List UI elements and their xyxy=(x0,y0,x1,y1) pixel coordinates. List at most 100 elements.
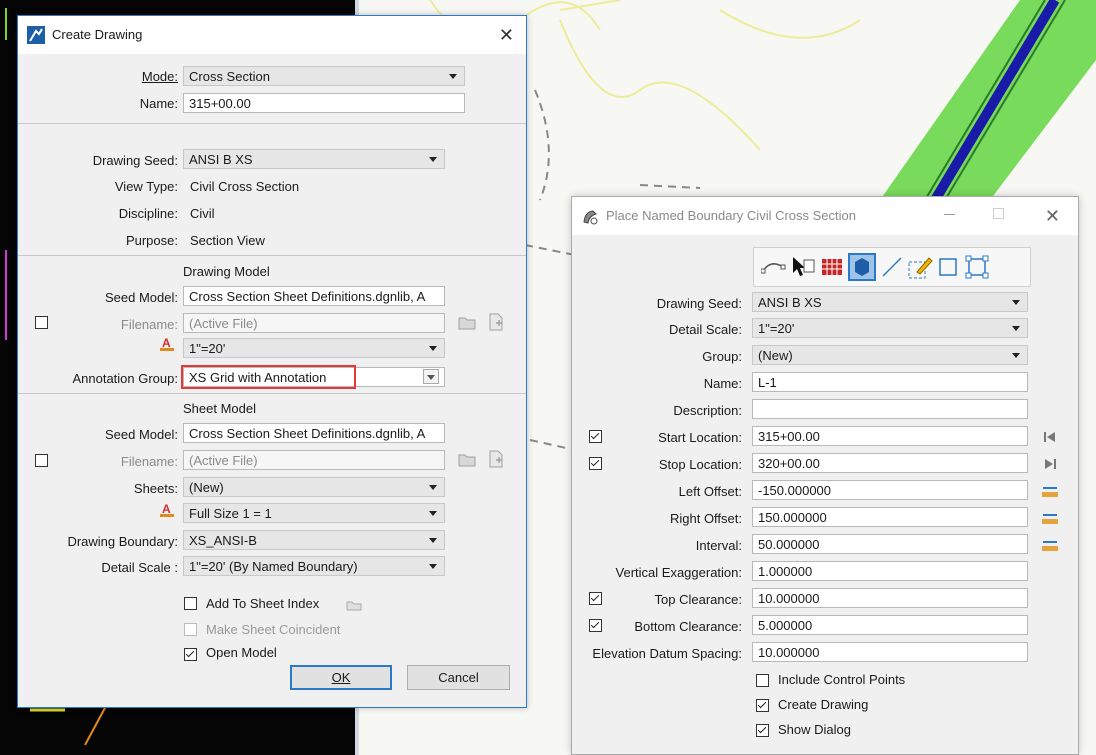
close-icon[interactable]: ✕ xyxy=(499,26,514,44)
maximize-icon[interactable] xyxy=(993,208,1004,219)
open-model-checkbox[interactable] xyxy=(184,648,197,661)
add-to-sheet-index-label: Add To Sheet Index xyxy=(206,596,320,611)
chevron-down-icon xyxy=(429,511,437,516)
create-drawing-app-icon xyxy=(27,26,45,44)
interval-input[interactable]: 50.000000 xyxy=(752,534,1028,554)
sheets-select[interactable]: (New) xyxy=(183,477,445,497)
sm-seed-model-input[interactable]: Cross Section Sheet Definitions.dgnlib, … xyxy=(183,423,445,443)
edit-boundary-icon[interactable] xyxy=(907,254,933,280)
annotation-group-highlight xyxy=(181,365,356,389)
select-element-icon[interactable] xyxy=(790,254,816,280)
sm-seed-model-label: Seed Model: xyxy=(105,427,178,442)
discipline-value: Civil xyxy=(190,206,215,221)
svg-text:A: A xyxy=(162,336,171,350)
top-clearance-checkbox[interactable] xyxy=(589,592,602,605)
vertical-exaggeration-input[interactable]: 1.000000 xyxy=(752,561,1028,581)
description-label: Description: xyxy=(673,403,742,418)
cross-section-boundary-icon[interactable] xyxy=(848,253,876,281)
divider xyxy=(18,123,526,124)
detail-scale-select[interactable]: 1"=20' (By Named Boundary) xyxy=(183,556,445,576)
drawing-seed-label: Drawing Seed: xyxy=(656,296,742,311)
group-label: Group: xyxy=(702,349,742,364)
folder-icon[interactable] xyxy=(458,452,476,467)
stop-location-input[interactable]: 320+00.00 xyxy=(752,453,1028,473)
elevation-datum-spacing-input[interactable]: 10.000000 xyxy=(752,642,1028,662)
dm-annotation-scale-select[interactable]: 1"=20' xyxy=(183,338,445,358)
title-bar: Place Named Boundary Civil Cross Section… xyxy=(572,197,1078,235)
name-label: Name: xyxy=(703,376,742,391)
left-offset-input[interactable]: -150.000000 xyxy=(752,480,1028,500)
group-select[interactable]: (New) xyxy=(752,345,1028,365)
dm-seed-model-input[interactable]: Cross Section Sheet Definitions.dgnlib, … xyxy=(183,286,445,306)
folder-icon[interactable] xyxy=(458,315,476,330)
top-clearance-input[interactable]: 10.000000 xyxy=(752,588,1028,608)
chevron-down-icon xyxy=(429,485,437,490)
add-to-sheet-index-checkbox[interactable] xyxy=(184,597,197,610)
title-bar: Create Drawing ✕ xyxy=(18,16,526,54)
mode-label: Mode: xyxy=(141,69,178,84)
dm-seed-model-label: Seed Model: xyxy=(105,290,178,305)
dm-annotation-scale-value: 1"=20' xyxy=(189,341,226,356)
bottom-clearance-checkbox[interactable] xyxy=(589,619,602,632)
sm-annotation-scale-select[interactable]: Full Size 1 = 1 xyxy=(183,503,445,523)
dm-filename-input[interactable]: (Active File) xyxy=(183,313,445,333)
chevron-down-icon xyxy=(429,564,437,569)
divider xyxy=(18,393,526,394)
include-control-points-checkbox[interactable] xyxy=(756,674,769,687)
start-location-input[interactable]: 315+00.00 xyxy=(752,426,1028,446)
detail-scale-value: 1"=20' (By Named Boundary) xyxy=(189,559,358,574)
sm-filename-checkbox[interactable] xyxy=(35,454,48,467)
show-dialog-checkbox[interactable] xyxy=(756,724,769,737)
skip-to-start-icon[interactable] xyxy=(1043,431,1057,443)
dialog-title: Place Named Boundary Civil Cross Section xyxy=(606,208,856,223)
name-input[interactable]: 315+00.00 xyxy=(183,93,465,113)
close-icon[interactable]: ✕ xyxy=(1045,207,1060,225)
annotation-group-dropdown-button[interactable] xyxy=(423,369,439,384)
detail-scale-label: Detail Scale : xyxy=(101,560,178,575)
purpose-value: Section View xyxy=(190,233,265,248)
chevron-down-icon xyxy=(449,74,457,79)
minimize-icon[interactable] xyxy=(944,214,955,215)
right-offset-input[interactable]: 150.000000 xyxy=(752,507,1028,527)
new-file-icon[interactable] xyxy=(488,450,504,468)
create-drawing-label: Create Drawing xyxy=(778,697,869,712)
drawing-seed-select[interactable]: ANSI B XS xyxy=(183,149,445,169)
cancel-button[interactable]: Cancel xyxy=(407,665,510,690)
measure-distance-icon[interactable] xyxy=(1041,537,1059,553)
interval-label: Interval: xyxy=(695,538,742,553)
name-label: Name: xyxy=(139,96,178,111)
make-sheet-coincident-checkbox[interactable] xyxy=(184,623,197,636)
name-input[interactable]: L-1 xyxy=(752,372,1028,392)
top-clearance-label: Top Clearance: xyxy=(654,592,742,607)
ok-button[interactable]: OK xyxy=(290,665,392,690)
drawing-seed-select[interactable]: ANSI B XS xyxy=(752,292,1028,312)
measure-distance-icon[interactable] xyxy=(1041,483,1059,499)
stop-location-label: Stop Location: xyxy=(658,457,742,472)
annotation-scale-icon: A xyxy=(160,502,174,517)
drawing-seed-select-value: ANSI B XS xyxy=(189,152,253,167)
detail-scale-select[interactable]: 1"=20' xyxy=(752,318,1028,338)
new-file-icon[interactable] xyxy=(488,313,504,331)
stop-location-checkbox[interactable] xyxy=(589,457,602,470)
grid-boundary-icon[interactable] xyxy=(821,256,843,278)
vertical-exaggeration-label: Vertical Exaggeration: xyxy=(615,565,742,580)
chevron-down-icon xyxy=(1012,326,1020,331)
rectangle-boundary-icon[interactable] xyxy=(937,256,959,278)
chevron-down-icon xyxy=(1012,300,1020,305)
skip-to-end-icon[interactable] xyxy=(1043,458,1057,470)
drawing-boundary-select[interactable]: XS_ANSI-B xyxy=(183,530,445,550)
line-boundary-icon[interactable] xyxy=(881,256,903,278)
create-drawing-checkbox[interactable] xyxy=(756,699,769,712)
shape-boundary-icon[interactable] xyxy=(964,254,990,280)
start-location-checkbox[interactable] xyxy=(589,430,602,443)
bottom-clearance-input[interactable]: 5.000000 xyxy=(752,615,1028,635)
mode-select[interactable]: Cross Section xyxy=(183,66,465,86)
chevron-down-icon xyxy=(429,157,437,162)
description-input[interactable] xyxy=(752,399,1028,419)
drawing-boundary-label: Drawing Boundary: xyxy=(67,534,178,549)
path-boundary-icon[interactable] xyxy=(761,257,787,277)
dm-filename-checkbox[interactable] xyxy=(35,316,48,329)
sm-filename-input[interactable]: (Active File) xyxy=(183,450,445,470)
measure-distance-icon[interactable] xyxy=(1041,510,1059,526)
left-offset-label: Left Offset: xyxy=(678,484,742,499)
